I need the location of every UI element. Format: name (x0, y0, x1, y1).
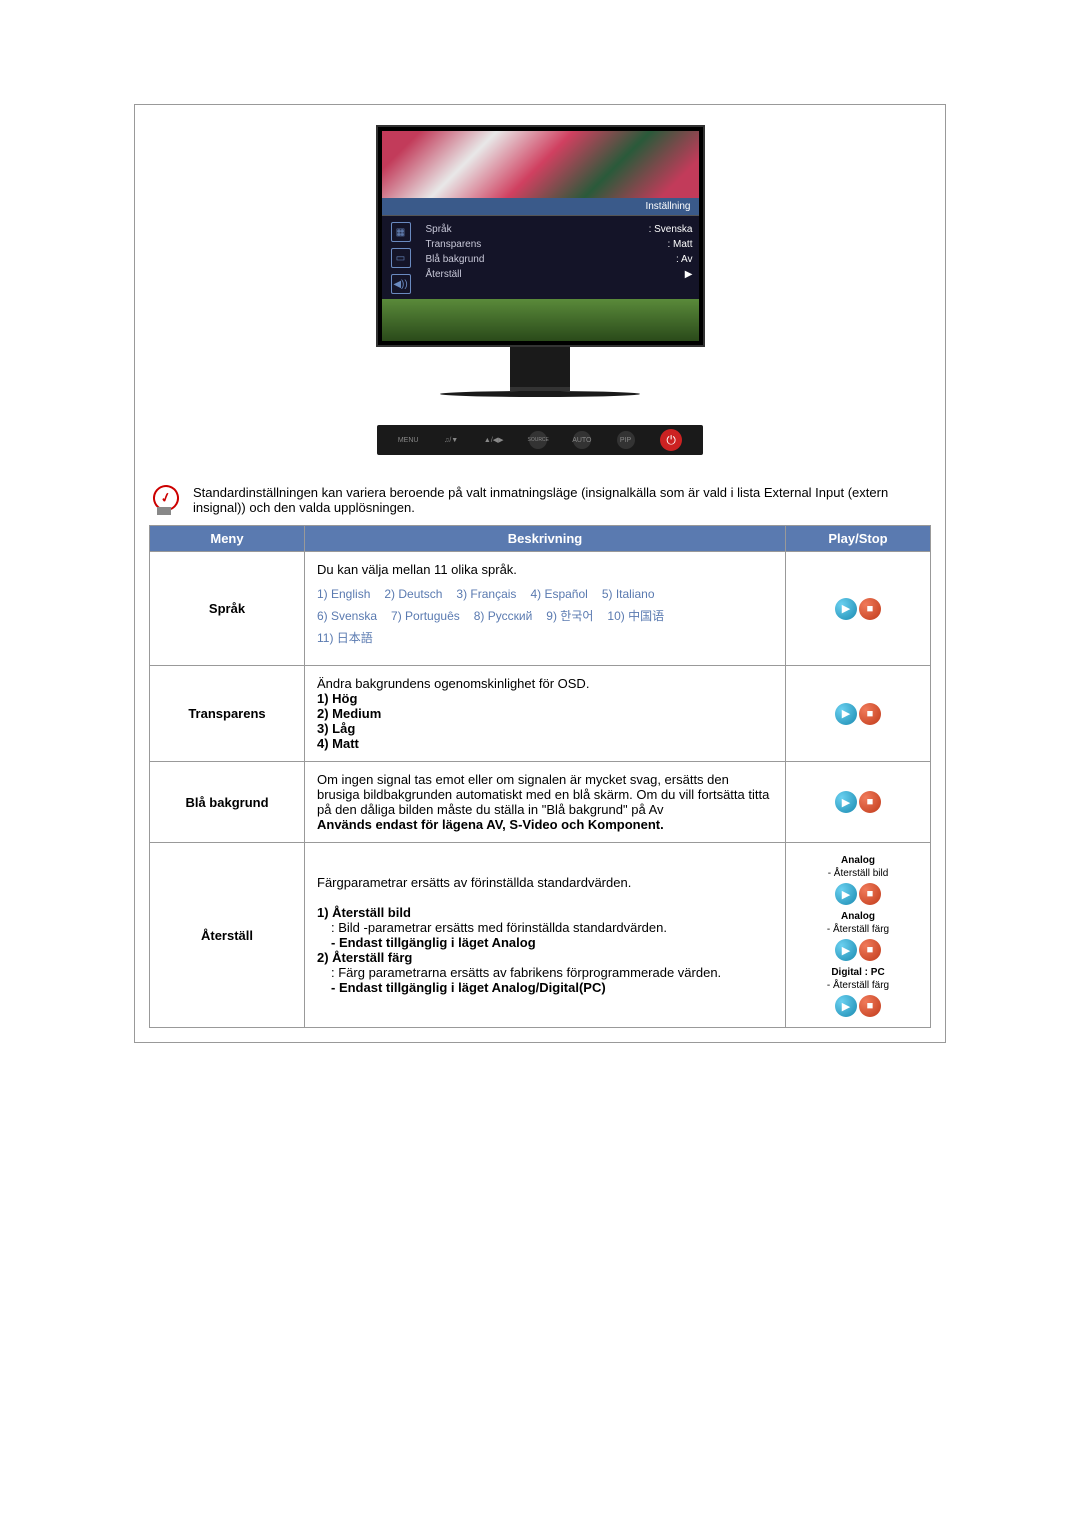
language-list: 1) English2) Deutsch3) Français4) Españo… (317, 583, 773, 649)
wallpaper-grass (382, 299, 699, 341)
row-play-sprak: ▶■ (786, 552, 931, 666)
row-desc-transparens: Ändra bakgrundens ogenomskinlighet för O… (305, 666, 786, 762)
header-playstop: Play/Stop (786, 526, 931, 552)
table-row: Transparens Ändra bakgrundens ogenomskin… (150, 666, 931, 762)
osd-title: Inställning (382, 198, 699, 216)
monitor-figure: Inställning ▦ ▭ ◀)) ▣ ✺ Språk: Svenska (135, 105, 945, 475)
header-beskrivning: Beskrivning (305, 526, 786, 552)
info-text: Standardinställningen kan variera beroen… (193, 485, 931, 515)
table-row: Språk Du kan välja mellan 11 olika språk… (150, 552, 931, 666)
auto-button: AUTO (573, 431, 591, 449)
header-meny: Meny (150, 526, 305, 552)
monitor-button-bar: MENU ♫/▼ ▲/◀▶ SOURCE AUTO PIP ⏻ (377, 425, 703, 455)
row-desc-blabakgrund: Om ingen signal tas emot eller om signal… (305, 762, 786, 843)
play-button[interactable]: ▶ (835, 939, 857, 961)
row-desc-sprak: Du kan välja mellan 11 olika språk. 1) E… (305, 552, 786, 666)
volume-button: ▲/◀▶ (484, 436, 504, 444)
document-page: Inställning ▦ ▭ ◀)) ▣ ✺ Språk: Svenska (134, 104, 946, 1043)
settings-table: Meny Beskrivning Play/Stop Språk Du kan … (149, 525, 931, 1028)
row-name-sprak: Språk (150, 552, 305, 666)
header-row: Meny Beskrivning Play/Stop (150, 526, 931, 552)
play-button[interactable]: ▶ (835, 598, 857, 620)
osd-tab-sound-icon: ◀)) (391, 274, 411, 294)
source-button: SOURCE (529, 431, 547, 449)
monitor-stand (510, 347, 570, 391)
osd-row: Språk: Svenska (426, 222, 693, 237)
row-play-transparens: ▶■ (786, 666, 931, 762)
osd-tab-screen-icon: ▭ (391, 248, 411, 268)
play-button[interactable]: ▶ (835, 995, 857, 1017)
menu-button: MENU (398, 437, 419, 444)
stop-button[interactable]: ■ (859, 995, 881, 1017)
stop-button[interactable]: ■ (859, 791, 881, 813)
table-row: Återställ Färgparametrar ersätts av föri… (150, 843, 931, 1028)
row-name-transparens: Transparens (150, 666, 305, 762)
monitor-base (440, 391, 640, 397)
pip-button: PIP (617, 431, 635, 449)
play-button[interactable]: ▶ (835, 883, 857, 905)
osd-row: Återställ▶ (426, 267, 693, 282)
row-play-aterstall: Analog - Återställ bild ▶■ Analog - Åter… (786, 843, 931, 1028)
monitor-screen: Inställning ▦ ▭ ◀)) ▣ ✺ Språk: Svenska (382, 131, 699, 341)
channel-button: ♫/▼ (444, 437, 458, 444)
play-button[interactable]: ▶ (835, 791, 857, 813)
monitor-bezel: Inställning ▦ ▭ ◀)) ▣ ✺ Språk: Svenska (376, 125, 705, 347)
osd-tab-picture-icon: ▦ (391, 222, 411, 242)
stop-button[interactable]: ■ (859, 598, 881, 620)
wallpaper-tulips (382, 131, 699, 198)
row-play-blabakgrund: ▶■ (786, 762, 931, 843)
stop-button[interactable]: ■ (859, 939, 881, 961)
osd-row: Blå bakgrund: Av (426, 252, 693, 267)
stop-button[interactable]: ■ (859, 703, 881, 725)
osd-row: Transparens: Matt (426, 237, 693, 252)
row-name-blabakgrund: Blå bakgrund (150, 762, 305, 843)
info-note: ✓ Standardinställningen kan variera bero… (135, 475, 945, 525)
table-row: Blå bakgrund Om ingen signal tas emot el… (150, 762, 931, 843)
stop-button[interactable]: ■ (859, 883, 881, 905)
play-button[interactable]: ▶ (835, 703, 857, 725)
row-name-aterstall: Återställ (150, 843, 305, 1028)
power-button: ⏻ (660, 429, 682, 451)
note-icon: ✓ (149, 485, 179, 515)
row-desc-aterstall: Färgparametrar ersätts av förinställda s… (305, 843, 786, 1028)
